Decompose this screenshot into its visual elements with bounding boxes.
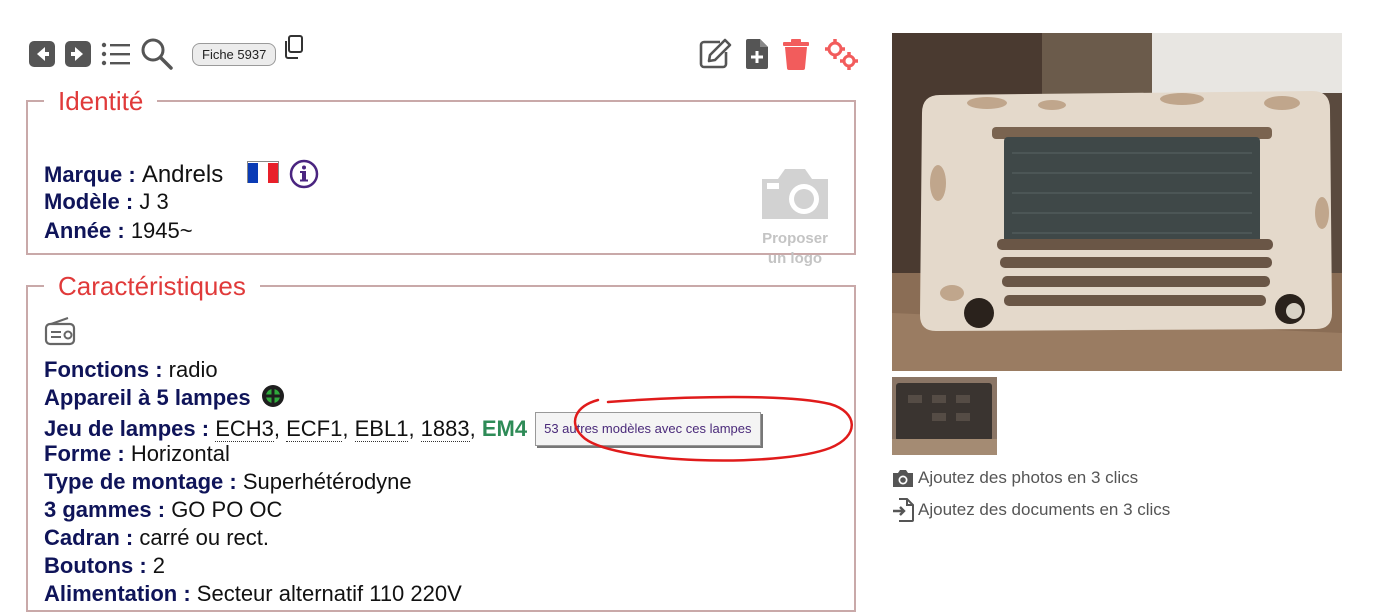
tube-link-1883[interactable]: 1883 <box>420 416 470 442</box>
boutons-value: 2 <box>152 553 166 578</box>
tube-link-ech3[interactable]: ECH3 <box>215 416 274 442</box>
identite-section: Identité Marque : Andrels Modèle : J 3 A… <box>26 86 856 267</box>
toolbar-left: Fiche 5937 <box>28 34 304 72</box>
appareil-label: Appareil à 5 lampes <box>44 385 251 410</box>
add-documents-link[interactable]: Ajoutez des documents en 3 clics <box>892 498 1170 522</box>
arrow-right-icon[interactable] <box>64 40 92 68</box>
gammes-value: GO PO OC <box>171 497 283 522</box>
radio-icon-row <box>44 316 76 353</box>
france-flag-icon <box>247 161 280 183</box>
add-file-icon[interactable] <box>744 38 770 70</box>
info-icon[interactable] <box>289 159 319 196</box>
edit-icon[interactable] <box>698 38 732 70</box>
montage-label: Type de montage : <box>44 469 237 494</box>
camera-icon <box>893 470 913 487</box>
toolbar-right <box>698 36 872 72</box>
trash-icon[interactable] <box>782 38 810 70</box>
propose-logo-line1: Proposer <box>762 230 828 247</box>
camera-icon <box>762 169 828 219</box>
annee-value: 1945~ <box>130 218 193 243</box>
marque-value[interactable]: Andrels <box>142 161 223 188</box>
modele-value: J 3 <box>139 189 169 214</box>
caracteristiques-section: Caractéristiques Fonctions : radio Appar… <box>26 272 856 612</box>
boutons-row: Boutons : 2 <box>44 552 165 580</box>
radio-icon <box>44 317 76 351</box>
search-icon[interactable] <box>140 37 174 71</box>
alimentation-row: Alimentation : Secteur alternatif 110 22… <box>44 580 462 608</box>
cadran-label: Cadran : <box>44 525 134 550</box>
appareil-row: Appareil à 5 lampes <box>44 384 285 415</box>
list-icon[interactable] <box>100 40 132 68</box>
forme-label: Forme : <box>44 441 125 466</box>
jeu-lampes-label: Jeu de lampes : <box>44 416 210 441</box>
montage-row: Type de montage : Superhétérodyne <box>44 468 412 496</box>
forme-row: Forme : Horizontal <box>44 440 230 468</box>
fonctions-label: Fonctions : <box>44 357 163 382</box>
radio-main-photo[interactable] <box>892 33 1342 371</box>
modele-label: Modèle : <box>44 189 134 214</box>
alimentation-value: Secteur alternatif 110 220V <box>196 581 462 606</box>
fiche-number-badge[interactable]: Fiche 5937 <box>192 42 277 66</box>
add-photos-text: Ajoutez des photos en 3 clics <box>918 468 1139 487</box>
tube-link-ecf1[interactable]: ECF1 <box>286 416 343 442</box>
forme-value: Horizontal <box>130 441 230 466</box>
other-models-button[interactable]: 53 autres modèles avec ces lampes <box>535 412 761 446</box>
annee-label: Année : <box>44 218 125 243</box>
gears-icon[interactable] <box>822 37 860 71</box>
tube-link-ebl1[interactable]: EBL1 <box>354 416 409 442</box>
propose-logo-line2: un logo <box>767 250 823 267</box>
modele-row: Modèle : J 3 <box>44 188 169 216</box>
gammes-row: 3 gammes : GO PO OC <box>44 496 282 524</box>
green-dot-icon[interactable] <box>261 384 285 415</box>
gammes-label: 3 gammes : <box>44 497 166 522</box>
marque-label: Marque : <box>44 162 136 187</box>
caracteristiques-title: Caractéristiques <box>58 271 246 301</box>
fonctions-value: radio <box>168 357 218 382</box>
add-photos-link[interactable]: Ajoutez des photos en 3 clics <box>892 468 1138 488</box>
boutons-label: Boutons : <box>44 553 147 578</box>
identite-title: Identité <box>58 86 144 116</box>
cadran-row: Cadran : carré ou rect. <box>44 524 269 552</box>
fonctions-row: Fonctions : radio <box>44 356 218 384</box>
file-import-icon <box>893 498 914 522</box>
propose-logo-button[interactable]: Proposer un logo <box>754 163 836 269</box>
radio-back-thumbnail[interactable] <box>892 377 997 455</box>
arrow-left-icon[interactable] <box>28 40 56 68</box>
copy-icon[interactable] <box>282 34 304 64</box>
add-documents-text: Ajoutez des documents en 3 clics <box>918 500 1171 519</box>
montage-value: Superhétérodyne <box>242 469 412 494</box>
cadran-value: carré ou rect. <box>139 525 269 550</box>
alimentation-label: Alimentation : <box>44 581 191 606</box>
annee-row: Année : 1945~ <box>44 217 193 245</box>
tube-link-em4[interactable]: EM4 <box>482 416 527 441</box>
